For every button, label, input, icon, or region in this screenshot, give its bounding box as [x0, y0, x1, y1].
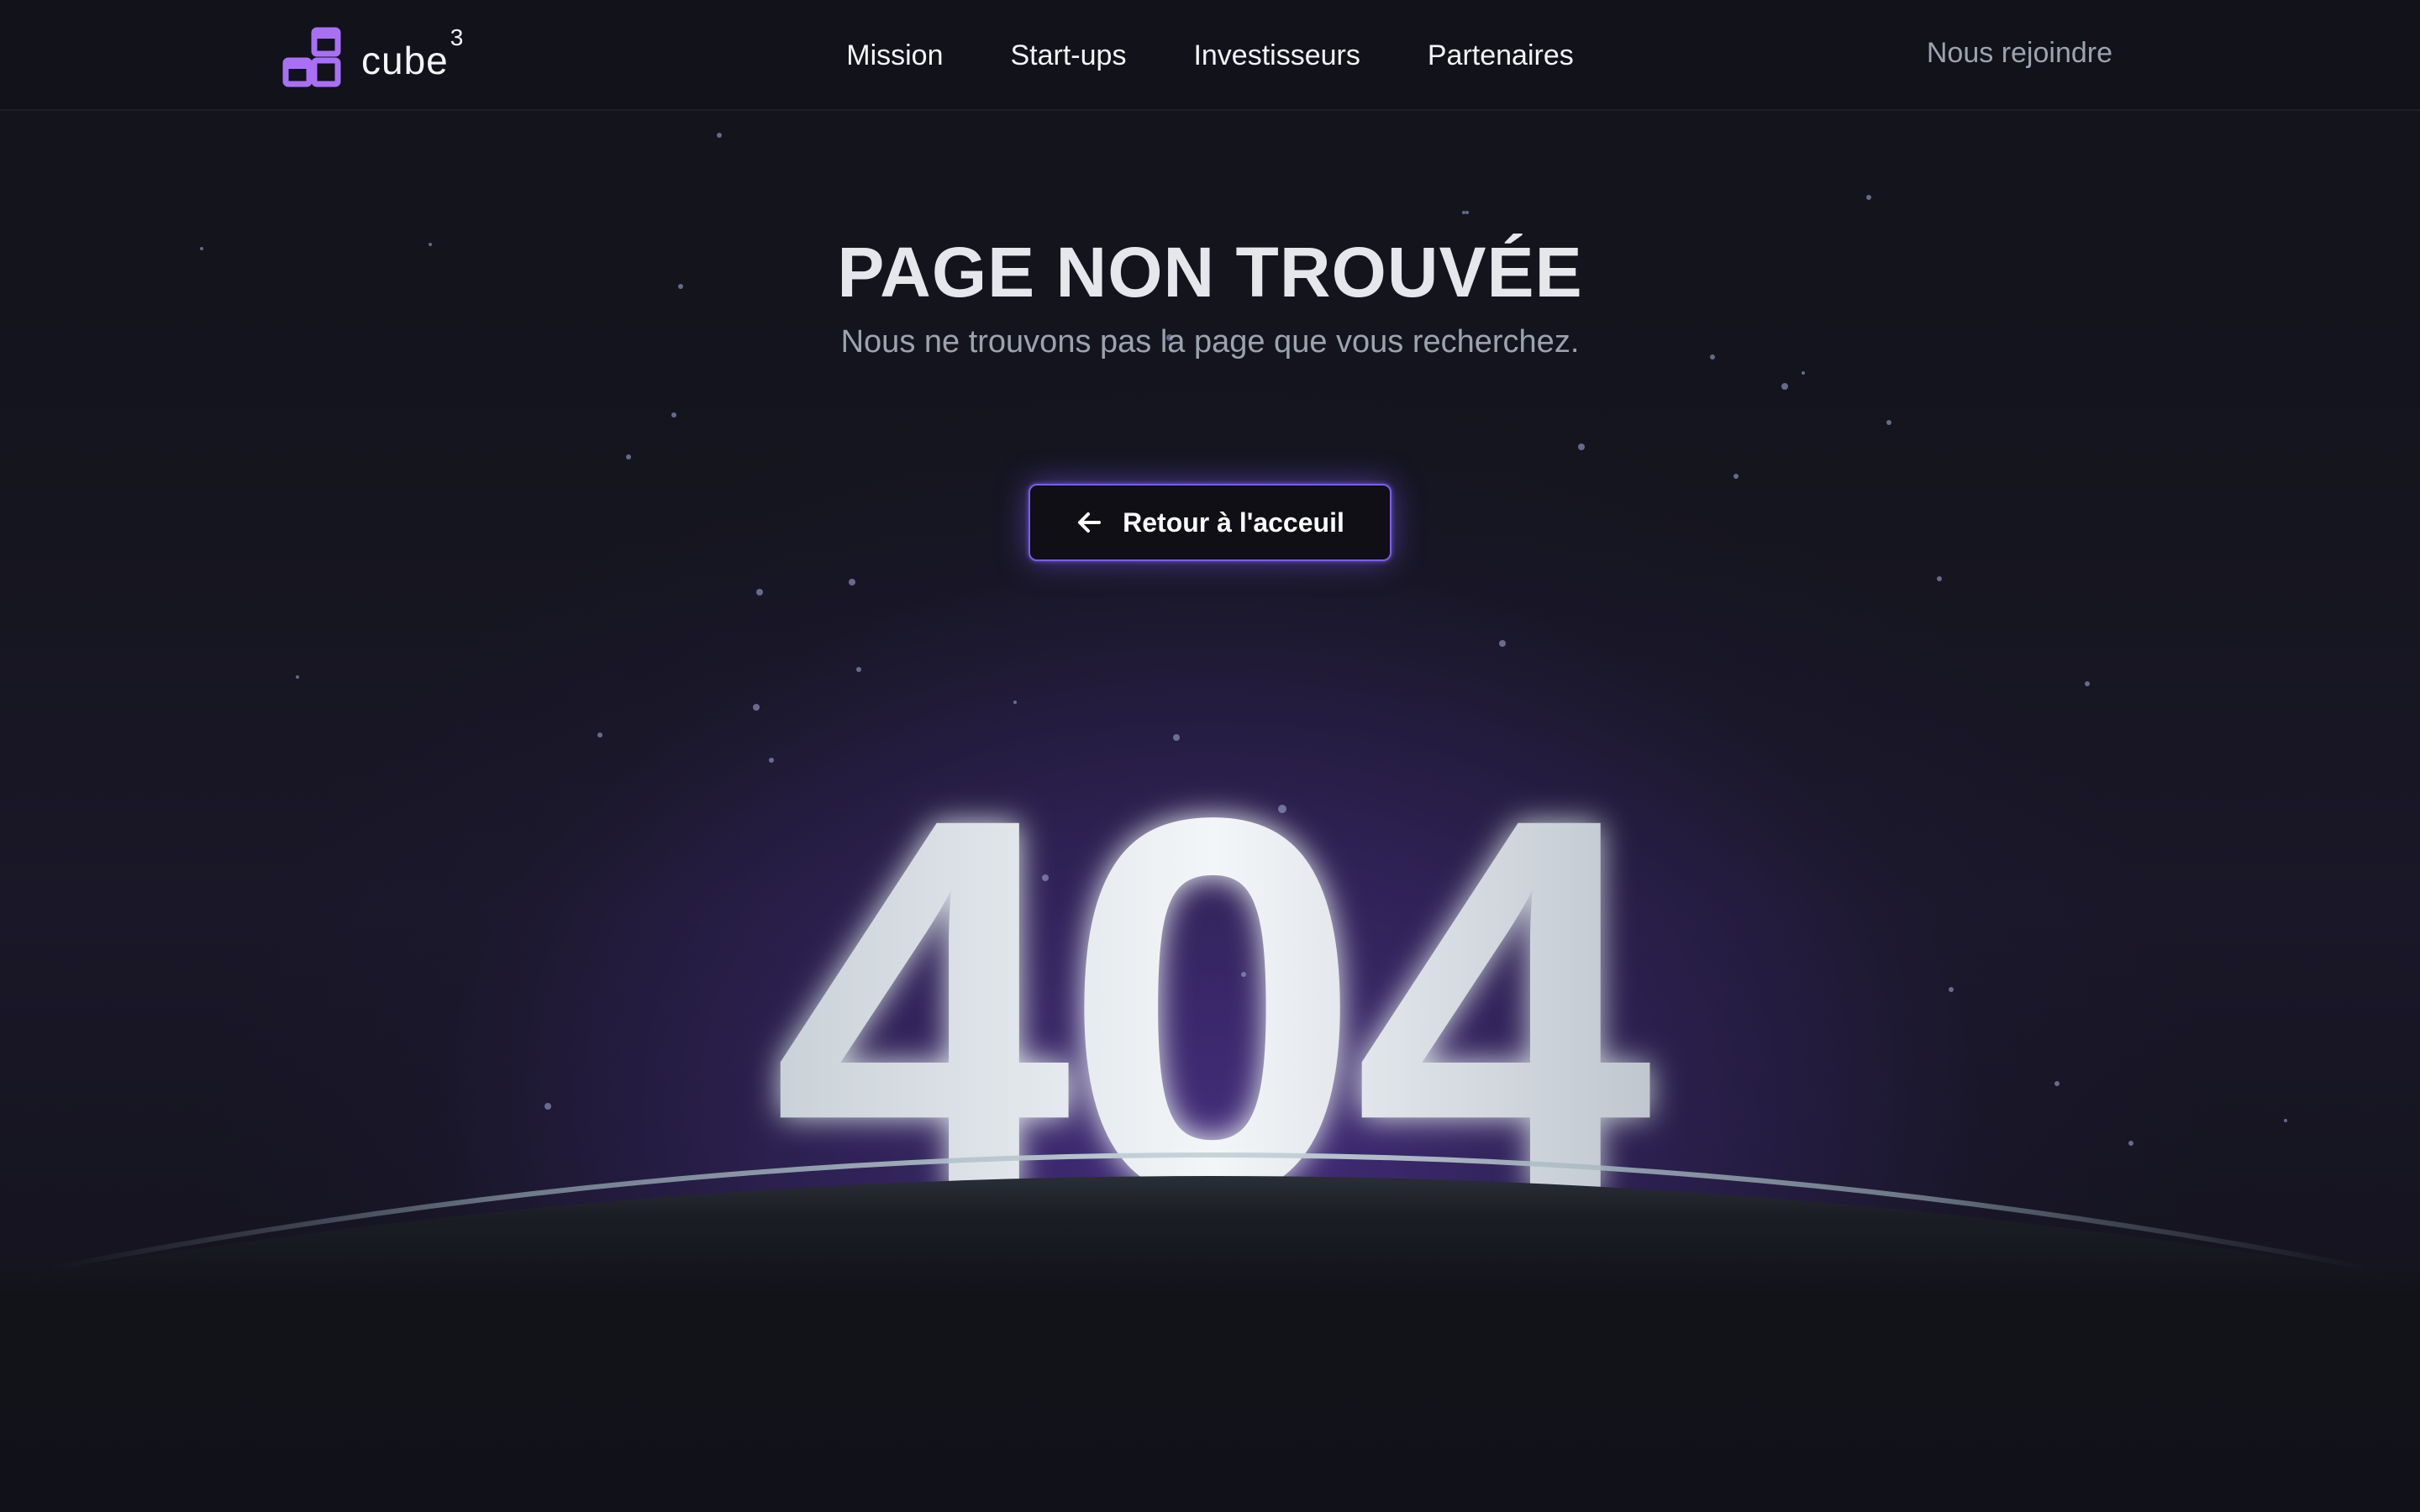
planet-horizon	[0, 1152, 2420, 1512]
page-background: 404 cube3 Mission Start-ups Investisseur…	[0, 0, 2420, 1512]
arrow-left-icon	[1078, 512, 1102, 533]
nav-partenaires[interactable]: Partenaires	[1428, 39, 1574, 72]
page-title: PAGE NON TROUVÉE	[837, 233, 1583, 312]
nav-start-ups[interactable]: Start-ups	[1011, 39, 1127, 72]
nav-investisseurs[interactable]: Investisseurs	[1193, 39, 1360, 72]
join-link[interactable]: Nous rejoindre	[1927, 37, 2112, 70]
page-subtitle: Nous ne trouvons pas la page que vous re…	[840, 324, 1580, 360]
back-home-label: Retour à l'acceuil	[1123, 507, 1344, 538]
back-home-button[interactable]: Retour à l'acceuil	[1028, 484, 1392, 561]
nav-mission[interactable]: Mission	[846, 39, 943, 72]
site-header: cube3 Mission Start-ups Investisseurs Pa…	[0, 0, 2420, 111]
